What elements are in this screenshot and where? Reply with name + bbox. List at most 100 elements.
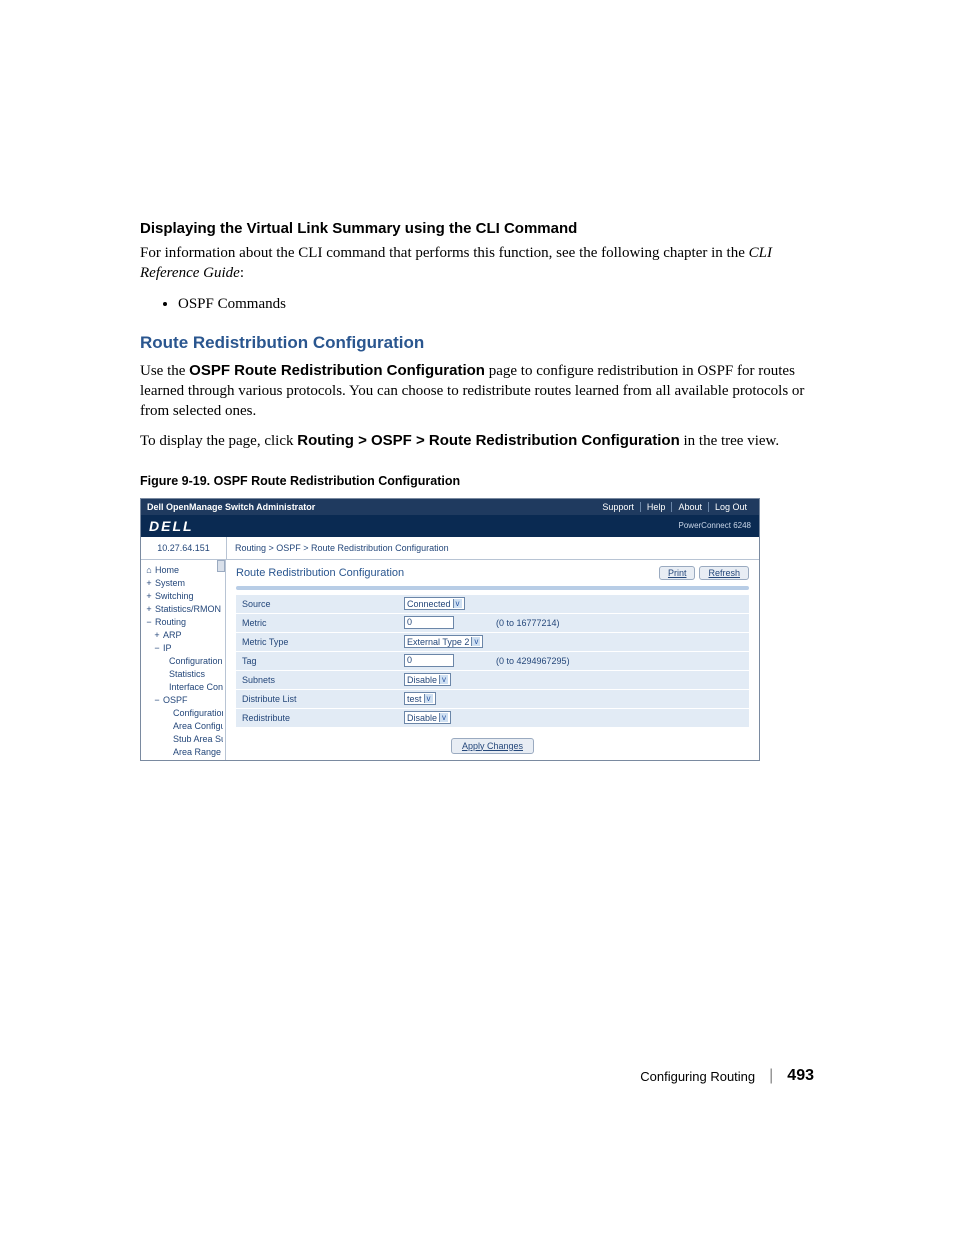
tree-label: Stub Area Summ — [173, 734, 223, 744]
select-metric-type[interactable]: External Type 2v — [404, 635, 483, 648]
tree-home[interactable]: ⌂Home — [145, 564, 223, 577]
window-title: Dell OpenManage Switch Administrator — [147, 502, 596, 512]
tree-label: Interface Config — [169, 682, 223, 692]
row-tag: Tag 0 (0 to 4294967295) — [236, 651, 749, 670]
figure-caption: Figure 9-19. OSPF Route Redistribution C… — [140, 474, 814, 488]
panel-buttons: Print Refresh — [659, 566, 749, 580]
dell-logo: DELL — [149, 518, 194, 534]
scroll-up-icon[interactable] — [217, 560, 225, 572]
support-link[interactable]: Support — [596, 502, 640, 512]
row-redistribute: Redistribute Disablev — [236, 708, 749, 727]
tree-label: Routing — [155, 617, 186, 627]
tree-ospf-area[interactable]: Area Configurati — [145, 720, 223, 733]
row-metric: Metric 0 (0 to 16777214) — [236, 613, 749, 632]
label-metric-type: Metric Type — [236, 632, 398, 651]
tree-ip-if[interactable]: Interface Config — [145, 681, 223, 694]
label-metric: Metric — [236, 613, 398, 632]
select-dist-list[interactable]: testv — [404, 692, 436, 705]
help-link[interactable]: Help — [640, 502, 672, 512]
select-value: Connected — [407, 599, 451, 609]
window-body: ⌂Home +System +Switching +Statistics/RMO… — [141, 560, 759, 760]
text: in the tree view. — [680, 433, 779, 449]
screenshot-window: Dell OpenManage Switch Administrator Sup… — [140, 498, 760, 761]
breadcrumb: Routing > OSPF > Route Redistribution Co… — [227, 537, 457, 559]
hint — [490, 708, 749, 727]
nav-tree[interactable]: ⌂Home +System +Switching +Statistics/RMO… — [141, 560, 226, 760]
window-topbar: Dell OpenManage Switch Administrator Sup… — [141, 499, 759, 515]
select-value: Disable — [407, 675, 437, 685]
tree-ospf-range[interactable]: Area Range Con — [145, 746, 223, 759]
paragraph-route-2: To display the page, click Routing > OSP… — [140, 431, 814, 451]
tree-stats[interactable]: +Statistics/RMON — [145, 603, 223, 616]
footer-separator: | — [769, 1067, 773, 1085]
tree-label: OSPF — [163, 695, 188, 705]
ip-address: 10.27.64.151 — [141, 537, 227, 559]
config-table: Source Connectedv Metric 0 (0 to 1677721… — [236, 594, 749, 728]
apply-changes-button[interactable]: Apply Changes — [451, 738, 534, 754]
subheading-cli: Displaying the Virtual Link Summary usin… — [140, 220, 814, 237]
text: Use the — [140, 363, 189, 379]
tree-ip[interactable]: −IP — [145, 642, 223, 655]
paragraph-cli: For information about the CLI command th… — [140, 243, 814, 284]
select-value: Disable — [407, 713, 437, 723]
main-panel: Route Redistribution Configuration Print… — [226, 560, 759, 760]
select-source[interactable]: Connectedv — [404, 597, 465, 610]
tree-system[interactable]: +System — [145, 577, 223, 590]
label-tag: Tag — [236, 651, 398, 670]
hint — [490, 689, 749, 708]
panel-title-row: Route Redistribution Configuration Print… — [236, 566, 749, 580]
tree-label: Area Configurati — [173, 721, 223, 731]
sub-header: 10.27.64.151 Routing > OSPF > Route Redi… — [141, 537, 759, 560]
brand-row: DELL PowerConnect 6248 — [141, 515, 759, 537]
tree-switching[interactable]: +Switching — [145, 590, 223, 603]
tree-label: Area Range Con — [173, 747, 223, 757]
select-redistribute[interactable]: Disablev — [404, 711, 451, 724]
topbar-links: Support Help About Log Out — [596, 502, 753, 512]
bullet-item: OSPF Commands — [178, 294, 814, 315]
nav-path-bold: Routing > OSPF > Route Redistribution Co… — [297, 432, 679, 449]
row-metric-type: Metric Type External Type 2v — [236, 632, 749, 651]
input-tag[interactable]: 0 — [404, 654, 454, 667]
tree-label: Home — [155, 565, 179, 575]
hint — [490, 594, 749, 613]
bullet-list: OSPF Commands — [140, 294, 814, 315]
select-value: test — [407, 694, 422, 704]
label-source: Source — [236, 594, 398, 613]
label-redistribute: Redistribute — [236, 708, 398, 727]
tree-ospf-stub[interactable]: Stub Area Summ — [145, 733, 223, 746]
row-dist-list: Distribute List testv — [236, 689, 749, 708]
print-button[interactable]: Print — [659, 566, 696, 580]
select-value: External Type 2 — [407, 637, 469, 647]
tree-ip-stats[interactable]: Statistics — [145, 668, 223, 681]
logout-link[interactable]: Log Out — [708, 502, 753, 512]
footer-section: Configuring Routing — [640, 1069, 755, 1084]
input-metric[interactable]: 0 — [404, 616, 454, 629]
hint — [490, 670, 749, 689]
text: For information about the CLI command th… — [140, 245, 749, 261]
page-footer: Configuring Routing | 493 — [640, 1067, 814, 1085]
tree-label: Statistics/RMON — [155, 604, 221, 614]
select-subnets[interactable]: Disablev — [404, 673, 451, 686]
tree-ospf-config[interactable]: Configuration — [145, 707, 223, 720]
about-link[interactable]: About — [671, 502, 708, 512]
tree-label: Statistics — [169, 669, 205, 679]
tree-ip-config[interactable]: Configuration — [145, 655, 223, 668]
tree-label: IP — [163, 643, 172, 653]
text: To display the page, click — [140, 433, 297, 449]
chevron-down-icon: v — [453, 599, 462, 608]
page-number: 493 — [787, 1067, 814, 1085]
hint — [490, 632, 749, 651]
tree-routing[interactable]: −Routing — [145, 616, 223, 629]
refresh-button[interactable]: Refresh — [699, 566, 749, 580]
tree-label: Configuration — [173, 708, 223, 718]
tree-label: Switching — [155, 591, 194, 601]
tree-label: System — [155, 578, 185, 588]
page-name-bold: OSPF Route Redistribution Configuration — [189, 362, 485, 379]
paragraph-route-1: Use the OSPF Route Redistribution Config… — [140, 361, 814, 422]
label-dist-list: Distribute List — [236, 689, 398, 708]
tree-arp[interactable]: +ARP — [145, 629, 223, 642]
tree-label: ARP — [163, 630, 182, 640]
device-model: PowerConnect 6248 — [679, 521, 752, 530]
row-subnets: Subnets Disablev — [236, 670, 749, 689]
tree-ospf[interactable]: −OSPF — [145, 694, 223, 707]
